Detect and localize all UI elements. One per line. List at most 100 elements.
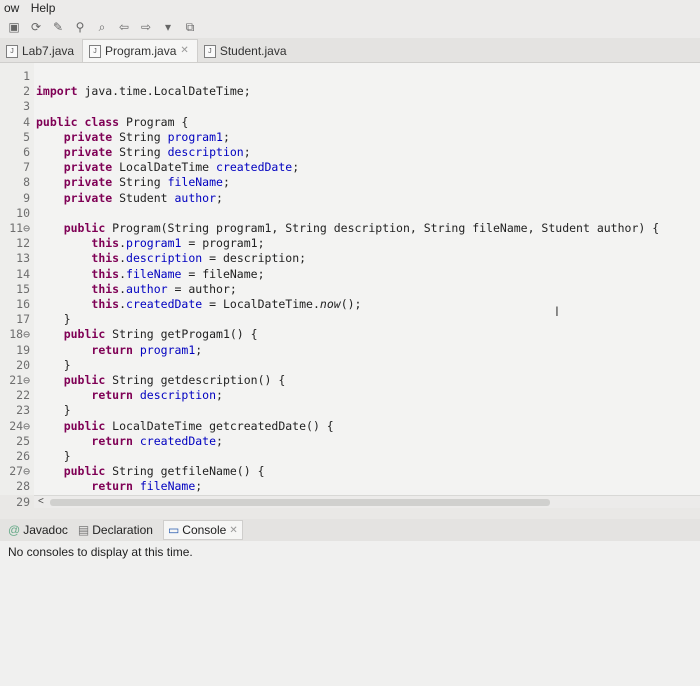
- code-line[interactable]: 22 return description;: [0, 388, 700, 403]
- code-line[interactable]: 23 }: [0, 403, 700, 418]
- code-line[interactable]: 16 this.createdDate = LocalDateTime.now(…: [0, 297, 700, 312]
- code-line[interactable]: 24⊖ public LocalDateTime getcreatedDate(…: [0, 419, 700, 434]
- tab-label: Student.java: [219, 44, 287, 58]
- code-text: }: [36, 449, 71, 463]
- code-line[interactable]: 27⊖ public String getfileName() {: [0, 464, 700, 479]
- code-text: return description;: [91, 388, 223, 403]
- code-line[interactable]: 6 private String description;: [0, 145, 700, 160]
- line-number: 1: [23, 69, 30, 83]
- javadoc-icon: @: [8, 523, 21, 537]
- code-text: public LocalDateTime getcreatedDate() {: [63, 418, 334, 433]
- tab-declaration[interactable]: ▤ Declaration: [78, 523, 153, 537]
- open-task-icon[interactable]: ⧉: [182, 20, 198, 34]
- tab-console[interactable]: ▭ Console ✕: [162, 520, 243, 540]
- code-line[interactable]: 9 private Student author;: [0, 191, 700, 206]
- code-line[interactable]: 7 private LocalDateTime createdDate;: [0, 160, 700, 175]
- tab-lab7[interactable]: J Lab7.java: [0, 40, 82, 62]
- code-editor[interactable]: 1 2 import java.time.LocalDateTime; 3 4 publi…: [0, 63, 700, 509]
- search-icon[interactable]: ⌕: [94, 20, 110, 34]
- editor-tabs: J Lab7.java J Program.java ✕ J Student.j…: [0, 38, 700, 63]
- line-number: 29: [16, 494, 30, 509]
- line-number: 5: [23, 129, 30, 144]
- console-message: No consoles to display at this time.: [8, 545, 193, 559]
- line-number: 28: [16, 479, 30, 494]
- code-line[interactable]: 4 public class Program {: [0, 115, 700, 130]
- tab-javadoc[interactable]: @ Javadoc: [8, 523, 68, 537]
- java-file-icon: J: [89, 44, 102, 58]
- line-number: 27⊖: [9, 464, 30, 479]
- code-text: public String getdescription() {: [63, 373, 286, 387]
- line-number: 10: [16, 205, 30, 220]
- line-number: 17: [16, 312, 30, 327]
- code-line[interactable]: 26 }: [0, 449, 700, 464]
- line-number: 11⊖: [9, 221, 30, 235]
- line-number: 20: [16, 357, 30, 372]
- console-icon: ▭: [167, 523, 180, 537]
- line-number: 14: [16, 266, 30, 281]
- tab-label: Lab7.java: [22, 44, 75, 58]
- scroll-left-icon[interactable]: <: [38, 496, 44, 507]
- code-text: return program1;: [91, 342, 203, 357]
- menu-window[interactable]: ow: [0, 1, 23, 15]
- line-number: 19: [16, 342, 30, 357]
- save-icon[interactable]: ▣: [6, 20, 22, 34]
- code-text: this.program1 = program1;: [91, 236, 265, 251]
- line-number: 16: [16, 297, 30, 311]
- line-number: 26: [16, 449, 30, 463]
- line-number: 25: [16, 433, 30, 448]
- code-text: import java.time.LocalDateTime;: [36, 84, 251, 99]
- code-line[interactable]: 3: [0, 99, 700, 114]
- code-text: public String getProgam1() {: [63, 327, 258, 342]
- code-line[interactable]: 11⊖ public Program(String program1, Stri…: [0, 221, 700, 236]
- back-icon[interactable]: ⇦: [116, 20, 132, 34]
- code-line[interactable]: 2 import java.time.LocalDateTime;: [0, 84, 700, 99]
- code-line[interactable]: 13 this.description = description;: [0, 251, 700, 266]
- line-number: 7: [23, 160, 30, 175]
- code-line[interactable]: 17 }: [0, 312, 700, 327]
- code-line[interactable]: 5 private String program1;: [0, 130, 700, 145]
- code-line[interactable]: 12 this.program1 = program1;: [0, 236, 700, 251]
- forward-icon[interactable]: ⇨: [138, 20, 154, 34]
- close-icon[interactable]: ✕: [180, 40, 188, 62]
- code-line[interactable]: 19 return program1;: [0, 343, 700, 358]
- edit-icon[interactable]: ✎: [50, 20, 66, 34]
- code-line[interactable]: 20 }: [0, 358, 700, 373]
- annotation-icon[interactable]: ⚲: [72, 20, 88, 34]
- tab-program[interactable]: J Program.java ✕: [82, 39, 198, 62]
- line-number: 13: [16, 251, 30, 266]
- code-line[interactable]: 25 return createdDate;: [0, 434, 700, 449]
- tab-label: Javadoc: [23, 523, 68, 537]
- code-text: private String fileName;: [63, 175, 230, 190]
- line-number: 15: [16, 281, 30, 296]
- scroll-thumb[interactable]: [50, 499, 550, 506]
- line-number: 3: [23, 99, 30, 114]
- bottom-panel-tabs: @ Javadoc ▤ Declaration ▭ Console ✕: [0, 519, 700, 541]
- close-icon[interactable]: ✕: [229, 525, 237, 536]
- code-text: }: [36, 403, 71, 418]
- code-text: this.createdDate = LocalDateTime.now();: [91, 297, 362, 311]
- line-number: 18⊖: [9, 327, 30, 342]
- dropdown-icon[interactable]: ▾: [160, 20, 176, 34]
- code-line[interactable]: 28 return fileName;: [0, 479, 700, 494]
- code-text: public Program(String program1, String d…: [63, 221, 660, 235]
- code-line[interactable]: 10: [0, 206, 700, 221]
- code-line[interactable]: 21⊖ public String getdescription() {: [0, 373, 700, 388]
- code-text: public String getfileName() {: [63, 464, 265, 479]
- code-line[interactable]: 1: [0, 69, 700, 84]
- code-text: public class Program {: [36, 114, 189, 129]
- code-line[interactable]: 18⊖ public String getProgam1() {: [0, 327, 700, 342]
- code-text: return fileName;: [91, 479, 203, 494]
- tab-label: Program.java: [105, 44, 177, 58]
- tab-student[interactable]: J Student.java: [198, 40, 295, 62]
- menu-help[interactable]: Help: [27, 1, 60, 15]
- horizontal-scrollbar[interactable]: <: [34, 495, 700, 508]
- line-number: 9: [23, 190, 30, 205]
- code-line[interactable]: 14 this.fileName = fileName;: [0, 267, 700, 282]
- java-file-icon: J: [203, 44, 216, 58]
- code-line[interactable]: 8 private String fileName;: [0, 175, 700, 190]
- line-number: 12: [16, 236, 30, 251]
- refresh-icon[interactable]: ⟳: [28, 20, 44, 34]
- menu-bar: ow Help: [0, 0, 700, 16]
- console-panel: No consoles to display at this time.: [0, 541, 700, 686]
- code-line[interactable]: 15 this.author = author;: [0, 282, 700, 297]
